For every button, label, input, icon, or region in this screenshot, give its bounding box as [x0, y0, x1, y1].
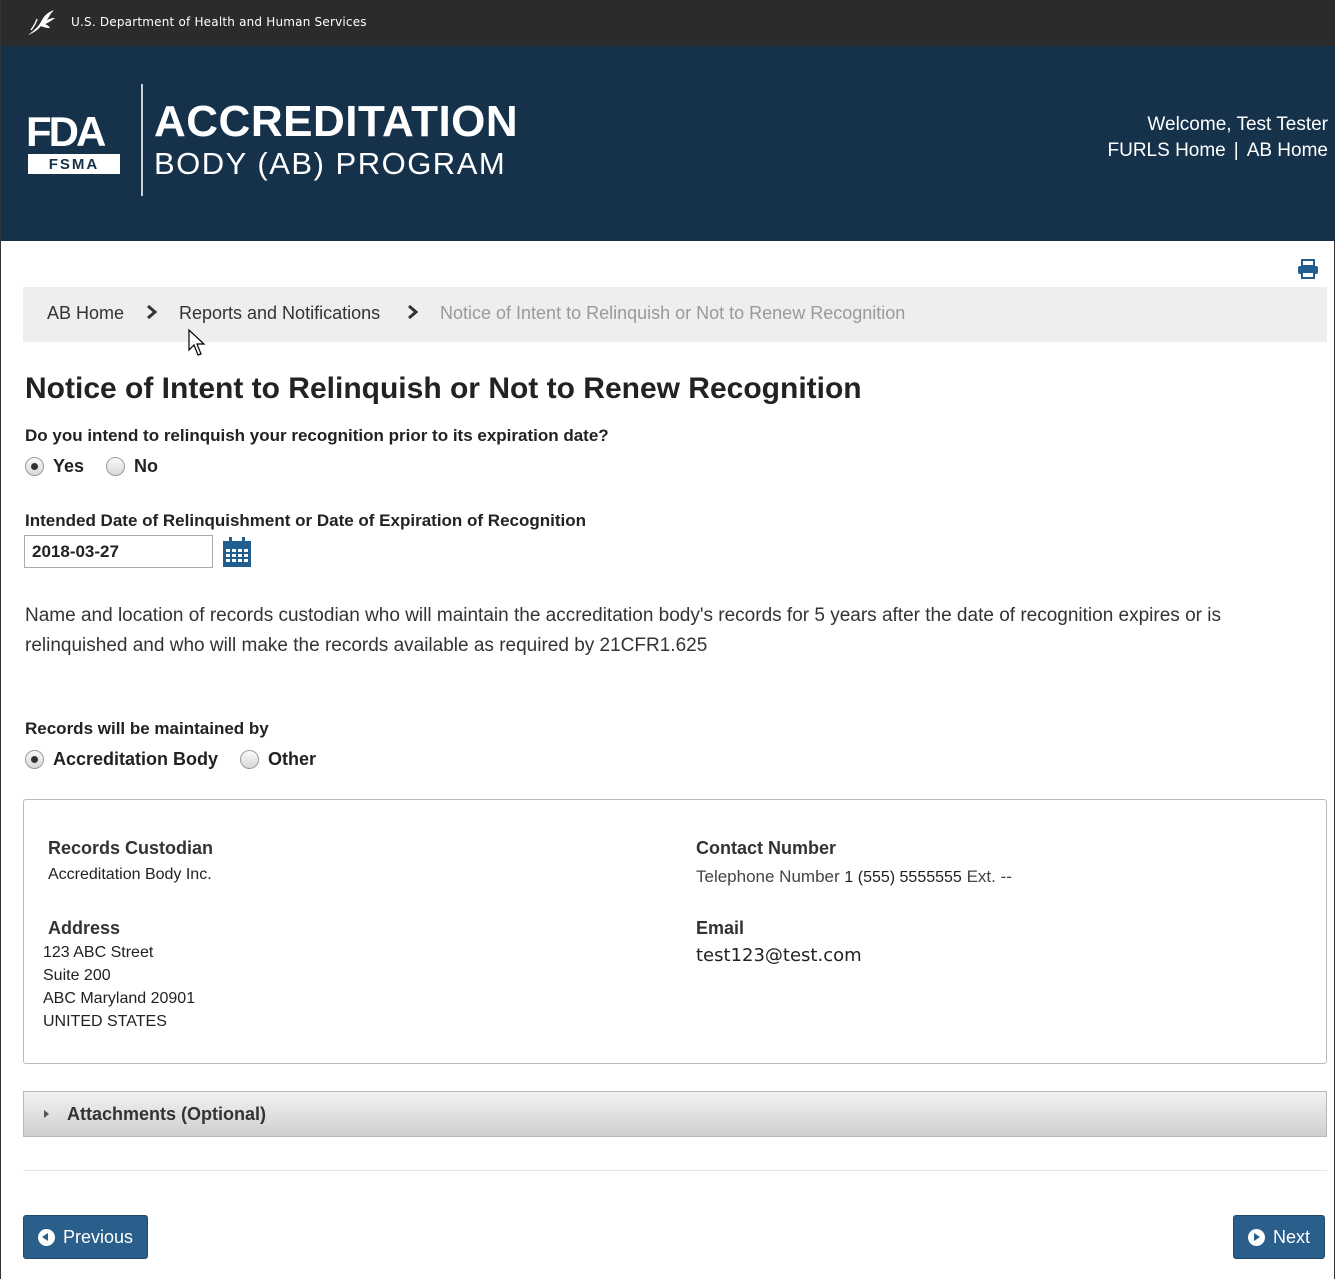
chevron-right-circle-icon [1247, 1228, 1265, 1246]
chevron-right-icon [147, 304, 158, 320]
program-subtitle: BODY (AB) PROGRAM [154, 146, 507, 181]
attachments-label: Attachments (Optional) [67, 1104, 267, 1124]
furls-home-link[interactable]: FURLS Home [1108, 140, 1226, 161]
hhs-department-label: U.S. Department of Health and Human Serv… [71, 15, 367, 29]
address-line: UNITED STATES [43, 1013, 167, 1030]
previous-button-label: Previous [63, 1226, 134, 1247]
no-radio-label[interactable]: No [134, 456, 158, 477]
next-button[interactable]: Next [1232, 1215, 1325, 1259]
attachments-accordion[interactable]: Attachments (Optional) [23, 1091, 1327, 1137]
intended-date-label: Intended Date of Relinquishment or Date … [25, 511, 587, 530]
contact-number-label: Contact Number [696, 838, 837, 858]
breadcrumb-reports-notifications[interactable]: Reports and Notifications [179, 303, 380, 324]
custodian-info-panel: Records Custodian Accreditation Body Inc… [23, 799, 1327, 1064]
breadcrumb: AB Home Reports and Notifications Notice… [23, 287, 1327, 342]
accreditation-body-radio-label[interactable]: Accreditation Body [53, 749, 218, 770]
other-radio-label[interactable]: Other [268, 749, 316, 770]
divider [23, 1170, 1327, 1171]
relinquish-question-label: Do you intend to relinquish your recogni… [25, 426, 609, 445]
next-button-label: Next [1272, 1226, 1310, 1247]
chevron-left-circle-icon [38, 1228, 55, 1246]
address-line: 123 ABC Street [43, 944, 154, 961]
welcome-block: Welcome, Test Tester FURLS Home | AB Home [1108, 112, 1329, 164]
records-maintained-radio-group: Accreditation Body Other [25, 749, 338, 770]
caret-right-icon [44, 1110, 49, 1118]
intended-date-input[interactable] [24, 535, 213, 568]
address-line: ABC Maryland 20901 [43, 990, 196, 1007]
no-radio[interactable] [106, 457, 126, 476]
other-radio[interactable] [240, 750, 260, 769]
fda-logo-text: FDA [26, 108, 106, 155]
yes-radio-label[interactable]: Yes [53, 456, 84, 477]
mouse-cursor-icon [188, 328, 206, 356]
logo-divider [141, 84, 143, 196]
telephone-number: 1 (555) 5555555 [844, 869, 962, 886]
address-value: 123 ABC Street Suite 200 ABC Maryland 20… [43, 941, 195, 1033]
hhs-eagle-icon [28, 10, 55, 35]
header-links: FURLS Home | AB Home [1108, 138, 1329, 164]
telephone-extension: Ext. -- [966, 867, 1012, 886]
email-value: test123@test.com [696, 945, 862, 966]
records-maintained-label: Records will be maintained by [25, 719, 269, 738]
records-custodian-label: Records Custodian [48, 838, 214, 858]
relinquish-radio-group: Yes No [25, 456, 180, 477]
calendar-icon[interactable] [221, 536, 253, 568]
accreditation-body-radio[interactable] [25, 750, 44, 769]
page-title: Notice of Intent to Relinquish or Not to… [25, 372, 862, 405]
yes-radio[interactable] [25, 457, 44, 476]
ab-home-header-link[interactable]: AB Home [1247, 140, 1328, 161]
hhs-topbar: U.S. Department of Health and Human Serv… [1, 0, 1335, 46]
link-separator: | [1233, 140, 1239, 161]
welcome-text: Welcome, Test Tester [1147, 114, 1328, 135]
telephone-value: Telephone Number 1 (555) 5555555 Ext. -- [696, 865, 1012, 889]
fsma-logo-text: FSMA [49, 156, 100, 173]
print-icon[interactable] [1297, 259, 1319, 279]
breadcrumb-current-page: Notice of Intent to Relinquish or Not to… [440, 303, 906, 323]
chevron-right-icon [408, 304, 419, 320]
records-custodian-value: Accreditation Body Inc. [48, 866, 212, 883]
records-custodian-description: Name and location of records custodian w… [25, 605, 1221, 656]
previous-button[interactable]: Previous [23, 1215, 149, 1259]
breadcrumb-ab-home[interactable]: AB Home [47, 303, 124, 324]
telephone-prefix: Telephone Number [696, 867, 840, 886]
fda-fsma-logo: FDA FSMA [26, 108, 120, 174]
program-header: FDA FSMA ACCREDITATION BODY (AB) PROGRAM… [1, 46, 1335, 241]
email-label: Email [696, 918, 745, 938]
address-line: Suite 200 [43, 967, 111, 984]
program-title: ACCREDITATION [154, 97, 519, 146]
address-label: Address [48, 918, 121, 938]
